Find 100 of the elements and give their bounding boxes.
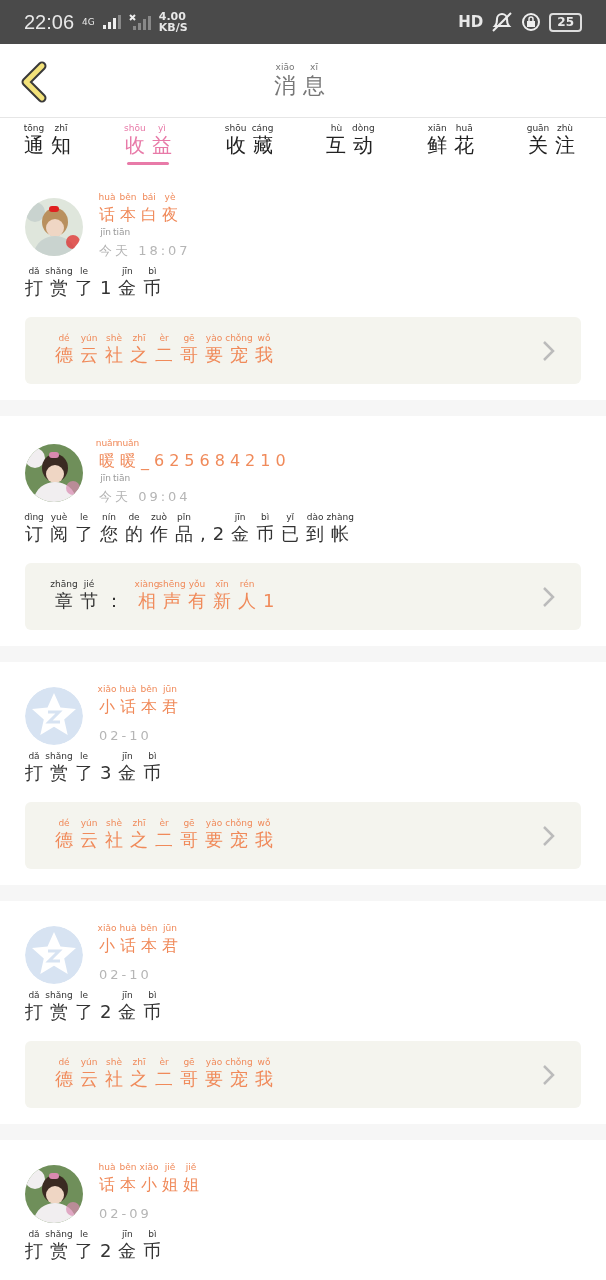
pinyin-label: bái [142, 192, 156, 203]
pinyin-label: wǒ [257, 333, 271, 344]
pinyin-label: èr [159, 333, 169, 344]
pinyin-label: běn [140, 923, 158, 934]
pinyin-label: gē [183, 333, 195, 344]
pinyin-label: yuè [50, 512, 68, 523]
pinyin-label: bì [148, 751, 157, 762]
pinyin-label: le [80, 266, 88, 277]
pinyin-label: bì [148, 266, 157, 277]
pinyin-label: èr [159, 1057, 169, 1068]
pinyin-label: dé [58, 1057, 70, 1068]
pinyin-label: xīn [215, 579, 229, 590]
hd-indicator: HD [458, 14, 484, 30]
pinyin-label: yào [205, 1057, 223, 1068]
pinyin-label: bì [148, 990, 157, 1001]
pinyin-label: jīn [122, 1229, 133, 1240]
pinyin-label: yún [80, 818, 98, 829]
user-name: 小话本君 [99, 698, 183, 717]
pinyin-label: dìng [24, 512, 44, 523]
pinyin-label: zhàng [326, 512, 354, 523]
pinyin-label: jīn [122, 751, 133, 762]
pinyin-label: xiàng [134, 579, 160, 590]
pinyin-label: dǎ [28, 1229, 40, 1240]
message-text: 打赏了2金币 [25, 1002, 169, 1023]
user-name: 暖暖_625684210 [99, 452, 291, 471]
message-time: 02-10 [99, 729, 152, 744]
signal-icon [102, 15, 121, 29]
bell-off-icon [491, 12, 514, 32]
pinyin-label: huà [98, 192, 116, 203]
pinyin-label: yì [157, 123, 166, 134]
pinyin-label: bì [261, 512, 270, 523]
pinyin-label: xiān [427, 123, 447, 134]
pinyin-label: huā [455, 123, 473, 134]
pinyin-label: wǒ [257, 818, 271, 829]
pinyin-label: zhī [132, 1057, 146, 1068]
pinyin-label: dǎ [28, 266, 40, 277]
pinyin-label: shōu [224, 123, 247, 134]
battery-indicator: 25 [549, 12, 582, 32]
pinyin-label: gē [183, 1057, 195, 1068]
chevron-right-icon [542, 339, 555, 362]
pinyin-label: yào [205, 818, 223, 829]
pinyin-label: yào [205, 333, 223, 344]
pinyin-label: wǒ [257, 1057, 271, 1068]
tab[interactable]: 关注 [528, 134, 582, 165]
signal-icon [128, 14, 151, 30]
pinyin-label: bì [148, 1229, 157, 1240]
pinyin-label: zhī [54, 123, 68, 134]
pinyin-label: zhī [132, 818, 146, 829]
pinyin-label: shōu [124, 123, 146, 134]
pinyin-label: xī [310, 61, 318, 73]
pinyin-label: jīn [100, 473, 111, 484]
pinyin-label: tōng [23, 123, 45, 134]
pinyin-label: zhāng [50, 579, 78, 590]
pinyin-label: xiǎo [97, 684, 117, 695]
pinyin-label: dé [58, 818, 70, 829]
pinyin-label: le [80, 1229, 88, 1240]
pinyin-label: zhù [556, 123, 574, 134]
pinyin-label: dé [58, 333, 70, 344]
message-text: 打赏了3金币 [25, 763, 169, 784]
pinyin-label: zuò [151, 512, 167, 523]
pinyin-label: yè [164, 192, 176, 203]
pinyin-label: huà [98, 1162, 116, 1173]
chapter-label: 章节： [55, 591, 130, 612]
pinyin-label: hù [330, 123, 343, 134]
pinyin-label: dǎ [28, 990, 40, 1001]
pinyin-label: běn [119, 1162, 137, 1173]
pinyin-label: yún [80, 333, 98, 344]
avatar-icon [25, 686, 83, 745]
message-time: 02-10 [99, 968, 152, 983]
status-time: 22:06 [24, 10, 75, 35]
pinyin-label: jiě [164, 1162, 176, 1173]
tab[interactable]: 通知 [24, 134, 78, 165]
tab[interactable]: 互动 [326, 134, 381, 165]
network-speed: 4.00 [158, 11, 187, 22]
pinyin-label: jūn [163, 684, 177, 695]
speed-unit: KB/S [158, 22, 188, 33]
work-title: 相声有新人1 [138, 591, 282, 612]
pinyin-label: pǐn [177, 512, 191, 523]
tab[interactable]: 收藏 [225, 134, 280, 165]
pinyin-label: jié [83, 579, 95, 590]
user-name: 小话本君 [99, 937, 183, 956]
pinyin-label: huà [119, 923, 137, 934]
message-text: 订阅了您的作品,2金币已到帐 [25, 524, 357, 545]
tab[interactable]: 鲜花 [427, 134, 482, 165]
pinyin-label: jīn [122, 266, 133, 277]
pinyin-label: shè [106, 333, 122, 344]
work-title: 德云社之二哥要宠我 [55, 1069, 280, 1090]
pinyin-label: dòng [352, 123, 375, 134]
pinyin-label: xiǎo [97, 923, 117, 934]
avatar-icon [25, 925, 83, 984]
pinyin-label: jīn [122, 990, 133, 1001]
pinyin-label: shǎng [45, 990, 73, 1001]
work-link-card[interactable]: zhāng jié 章节： xiàngshēng yǒu xīn rén 相声有新人1 [25, 563, 581, 630]
pinyin-label: dào [306, 512, 324, 523]
pinyin-label: xiāo [275, 61, 295, 73]
pinyin-label: tiān [112, 227, 131, 238]
pinyin-label: tiān [112, 473, 131, 484]
work-title: 德云社之二哥要宠我 [55, 830, 280, 851]
pinyin-label: èr [159, 818, 169, 829]
pinyin-label: jiě [185, 1162, 197, 1173]
